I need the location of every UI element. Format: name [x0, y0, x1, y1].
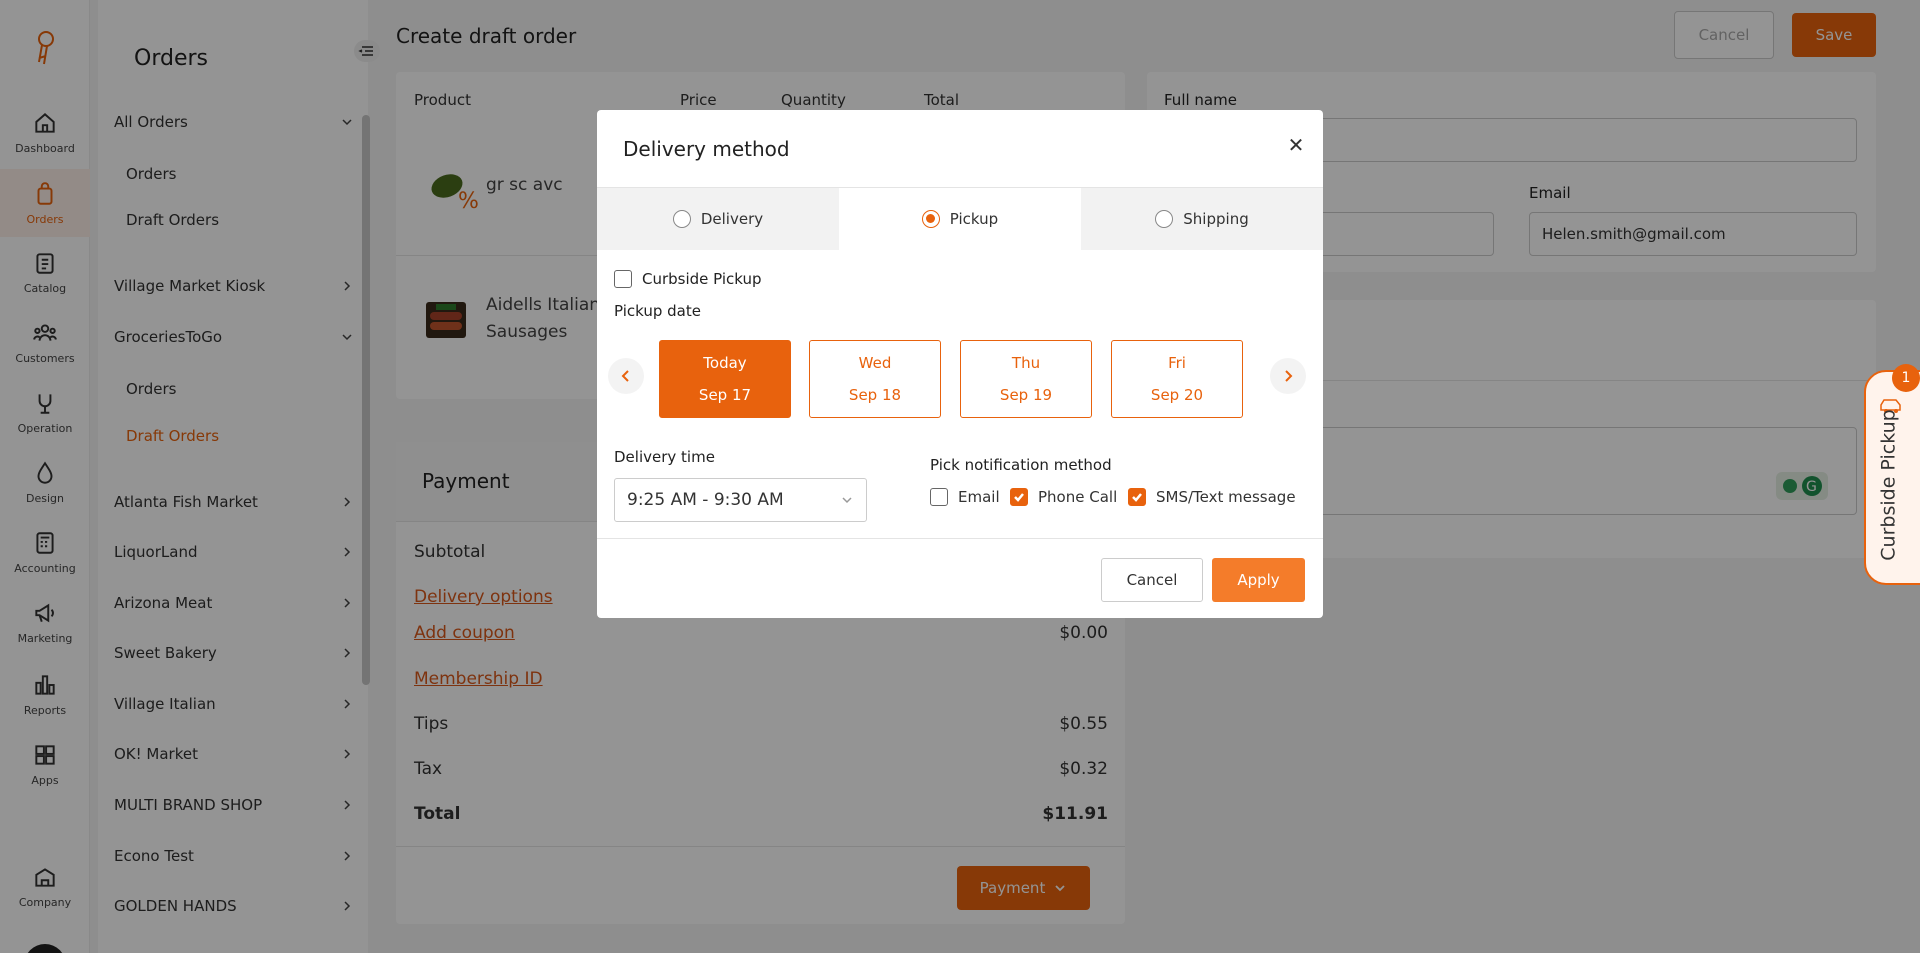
- date-date: Sep 17: [698, 386, 752, 404]
- chevron-down-icon: [842, 497, 852, 504]
- date-option-thu[interactable]: Thu Sep 19: [960, 340, 1092, 418]
- sms-checkbox[interactable]: [1128, 488, 1146, 506]
- delivery-time-label: Delivery time: [614, 448, 715, 466]
- date-option-fri[interactable]: Fri Sep 20: [1111, 340, 1243, 418]
- notification-method-label: Pick notification method: [930, 456, 1112, 474]
- prev-dates-button[interactable]: [608, 358, 644, 394]
- date-day: Thu: [1011, 354, 1041, 372]
- side-tab-badge: 1: [1892, 364, 1920, 392]
- modal-footer-divider: [597, 538, 1323, 539]
- date-day: Wed: [858, 354, 892, 372]
- phone-call-checkbox[interactable]: [1010, 488, 1028, 506]
- tab-pickup[interactable]: Pickup: [839, 188, 1081, 250]
- side-tab-label: Curbside Pickup: [1869, 409, 1909, 560]
- modal-cancel-button[interactable]: Cancel: [1101, 558, 1203, 602]
- date-day: Today: [703, 354, 747, 372]
- tab-label: Shipping: [1183, 210, 1249, 228]
- delivery-time-value: 9:25 AM - 9:30 AM: [627, 490, 784, 510]
- chevron-right-icon: [1285, 370, 1293, 382]
- delivery-time-select[interactable]: 9:25 AM - 9:30 AM: [614, 478, 867, 522]
- tab-shipping[interactable]: Shipping: [1081, 188, 1323, 250]
- delivery-method-modal: Delivery method ✕ Delivery Pickup Shippi…: [597, 110, 1323, 618]
- notify-sms-option[interactable]: SMS/Text message: [1128, 488, 1296, 506]
- date-option-wed[interactable]: Wed Sep 18: [809, 340, 941, 418]
- date-date: Sep 19: [999, 386, 1053, 404]
- shipping-radio[interactable]: [1155, 210, 1174, 228]
- chevron-left-icon: [621, 370, 629, 382]
- curbside-pickup-option[interactable]: Curbside Pickup: [614, 270, 762, 288]
- date-option-today[interactable]: Today Sep 17: [659, 340, 791, 418]
- modal-title: Delivery method: [623, 137, 790, 161]
- curbside-checkbox[interactable]: [614, 270, 632, 288]
- next-dates-button[interactable]: [1270, 358, 1306, 394]
- notify-label: Phone Call: [1038, 488, 1118, 506]
- date-day: Fri: [1168, 354, 1186, 372]
- tab-label: Delivery: [700, 210, 764, 228]
- pickup-radio[interactable]: [921, 210, 940, 228]
- curbside-label: Curbside Pickup: [642, 270, 762, 288]
- tab-delivery[interactable]: Delivery: [597, 188, 839, 250]
- checkmark-icon: [1132, 493, 1142, 502]
- pickup-date-label: Pickup date: [614, 302, 701, 320]
- tab-label: Pickup: [949, 210, 999, 228]
- close-icon[interactable]: ✕: [1285, 133, 1307, 157]
- notify-label: SMS/Text message: [1156, 488, 1296, 506]
- checkmark-icon: [1014, 493, 1024, 502]
- notify-label: Email: [958, 488, 1000, 506]
- notify-phone-option[interactable]: Phone Call: [1010, 488, 1117, 506]
- date-date: Sep 18: [848, 386, 902, 404]
- notify-email-option[interactable]: Email: [930, 488, 1000, 506]
- modal-apply-button[interactable]: Apply: [1212, 558, 1305, 602]
- email-checkbox[interactable]: [930, 488, 948, 506]
- side-tab-text: Curbside Pickup: [1878, 409, 1900, 561]
- date-date: Sep 20: [1150, 386, 1204, 404]
- delivery-radio[interactable]: [672, 210, 691, 228]
